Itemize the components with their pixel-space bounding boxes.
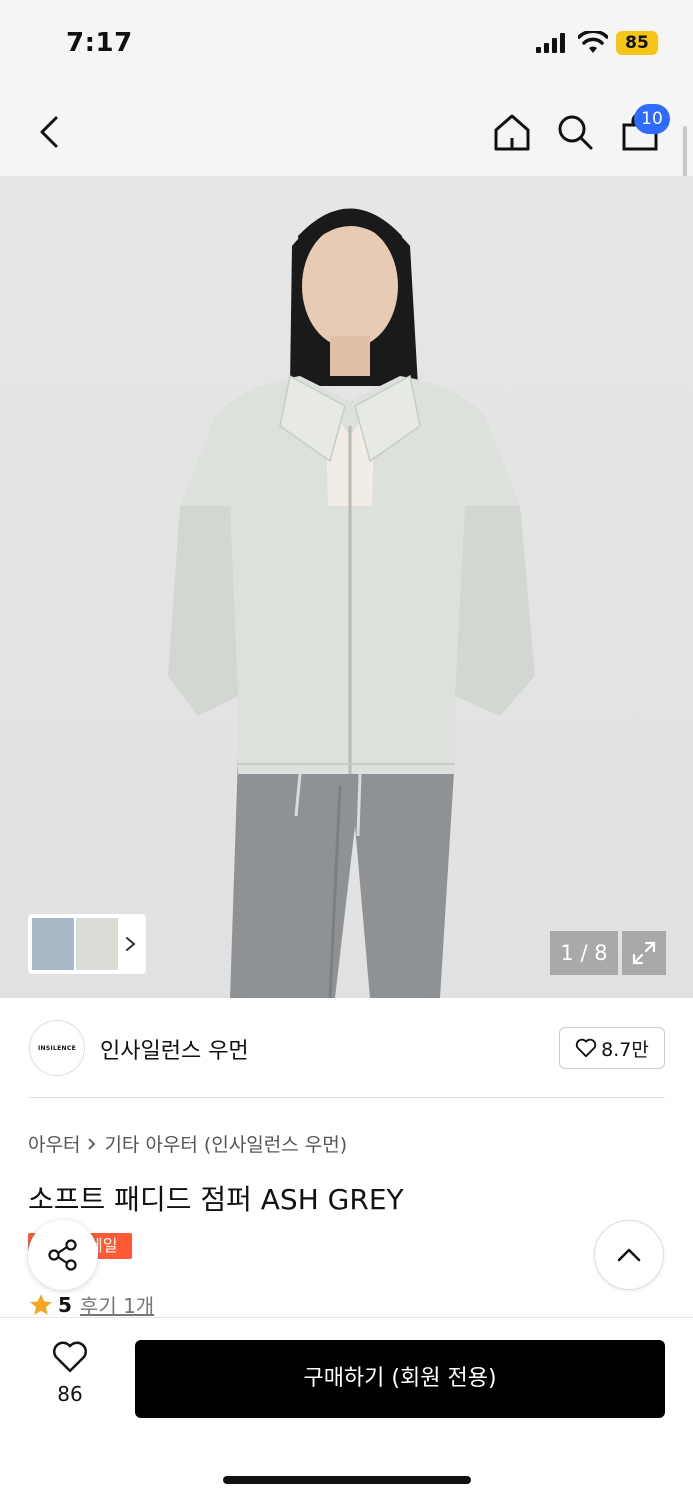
back-button[interactable] xyxy=(26,108,74,156)
wifi-icon xyxy=(578,31,608,53)
brand-like-count: 8.7만 xyxy=(601,1038,649,1061)
expand-image-button[interactable] xyxy=(622,931,666,975)
thumbnail-image[interactable] xyxy=(76,918,118,970)
product-title: 소프트 패디드 점퍼 ASH GREY xyxy=(28,1183,404,1216)
battery-indicator: 85 xyxy=(616,31,658,55)
chevron-right-icon xyxy=(88,1137,96,1150)
top-nav-bar xyxy=(0,88,693,176)
heart-icon xyxy=(53,1341,87,1373)
heart-icon xyxy=(575,1038,597,1058)
status-time: 7:17 xyxy=(66,28,133,58)
chevron-right-icon xyxy=(126,937,136,951)
share-icon xyxy=(48,1239,77,1271)
breadcrumb: 아우터 기타 아우터 (인사일런스 우먼) xyxy=(28,1130,347,1157)
thumbnail-image[interactable] xyxy=(32,918,74,970)
signal-icon xyxy=(536,33,565,53)
scroll-to-top-button[interactable] xyxy=(594,1220,664,1290)
rating-row: 5 후기 1개 xyxy=(28,1290,154,1319)
status-bar: 7:17 85 xyxy=(0,0,693,88)
back-icon xyxy=(40,116,58,148)
home-icon xyxy=(494,114,530,151)
divider xyxy=(28,1097,665,1098)
product-image[interactable] xyxy=(0,176,693,998)
review-link[interactable]: 후기 1개 xyxy=(80,1290,154,1319)
share-button[interactable] xyxy=(28,1220,98,1290)
breadcrumb-category[interactable]: 아우터 xyxy=(28,1130,80,1157)
brand-like-button[interactable]: 8.7만 xyxy=(559,1027,665,1069)
cart-count-badge: 10 xyxy=(634,104,670,134)
wishlist-button[interactable]: 86 xyxy=(40,1340,100,1410)
chevron-up-icon xyxy=(617,1248,641,1262)
image-page-counter: 1 / 8 xyxy=(550,931,618,975)
search-icon xyxy=(558,115,593,150)
star-icon xyxy=(30,1293,52,1315)
breadcrumb-subcategory[interactable]: 기타 아우터 (인사일런스 우먼) xyxy=(104,1130,347,1157)
expand-icon xyxy=(632,941,656,965)
home-indicator xyxy=(223,1476,471,1484)
rating-value: 5 xyxy=(58,1292,72,1317)
model-photo xyxy=(168,208,535,998)
wishlist-count: 86 xyxy=(57,1382,83,1406)
search-button[interactable] xyxy=(551,108,599,156)
home-button[interactable] xyxy=(488,108,536,156)
buy-button[interactable]: 구매하기 (회원 전용) xyxy=(135,1340,665,1418)
brand-name[interactable]: 인사일런스 우먼 xyxy=(100,1033,249,1065)
thumbnail-strip[interactable] xyxy=(28,914,146,974)
brand-logo[interactable]: INSILENCE xyxy=(29,1020,85,1076)
